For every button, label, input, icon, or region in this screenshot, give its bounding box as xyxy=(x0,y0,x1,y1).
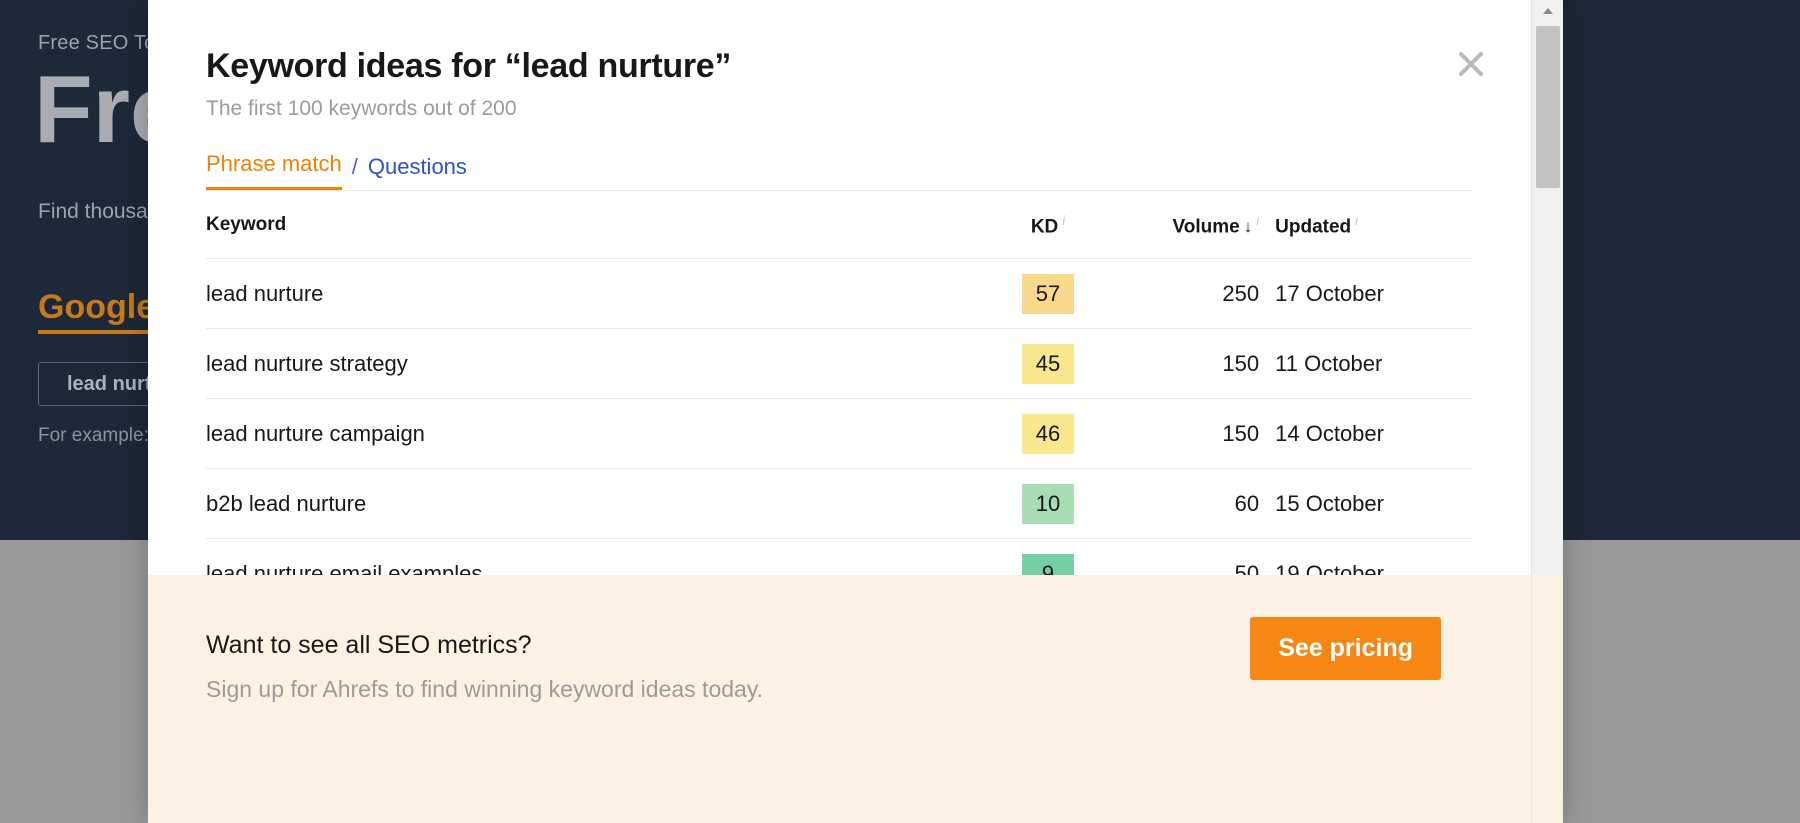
background-tab-google[interactable]: Google xyxy=(38,288,155,327)
modal-tabs: Phrase match / Questions xyxy=(148,121,1531,190)
tab-phrase-match[interactable]: Phrase match xyxy=(206,151,342,190)
cell-volume: 150 xyxy=(1099,399,1259,469)
keyword-table-body: lead nurture5725017 Octoberlead nurture … xyxy=(206,259,1473,609)
scrollbar-thumb[interactable] xyxy=(1536,26,1560,188)
tab-questions[interactable]: Questions xyxy=(368,154,467,190)
column-header-updated-label: Updated xyxy=(1275,216,1351,237)
table-row[interactable]: lead nurture 57 25017 October xyxy=(206,259,1473,329)
cell-kd: 57 xyxy=(997,259,1099,329)
table-row[interactable]: lead nurture campaign 46 15014 October xyxy=(206,399,1473,469)
info-icon-kd[interactable]: i xyxy=(1062,213,1065,228)
background-tab-underline xyxy=(38,330,158,334)
keyword-table: Keyword KDi Volume↓i Updatedi lead nurtu… xyxy=(206,191,1473,609)
column-header-volume[interactable]: Volume↓i xyxy=(1099,191,1259,259)
table-header-row: Keyword KDi Volume↓i Updatedi xyxy=(206,191,1473,259)
cell-volume: 150 xyxy=(1099,329,1259,399)
modal-title: Keyword ideas for “lead nurture” xyxy=(206,46,1471,87)
modal-scrollbar[interactable] xyxy=(1531,0,1563,823)
scrollbar-bottom-shade xyxy=(1532,575,1563,823)
modal-content: Keyword ideas for “lead nurture” The fir… xyxy=(148,0,1531,823)
cta-banner: Want to see all SEO metrics? Sign up for… xyxy=(148,575,1531,823)
cell-updated: 11 October xyxy=(1259,329,1473,399)
info-icon-volume[interactable]: i xyxy=(1256,213,1259,228)
close-icon[interactable] xyxy=(1451,44,1491,84)
see-pricing-button[interactable]: See pricing xyxy=(1250,617,1441,680)
kd-badge: 46 xyxy=(1022,414,1074,454)
cell-keyword: lead nurture campaign xyxy=(206,399,997,469)
column-header-keyword[interactable]: Keyword xyxy=(206,191,997,259)
table-row[interactable]: lead nurture strategy 45 15011 October xyxy=(206,329,1473,399)
column-header-volume-label: Volume xyxy=(1173,216,1240,237)
cta-subtitle: Sign up for Ahrefs to find winning keywo… xyxy=(206,676,1531,703)
sort-descending-icon[interactable]: ↓ xyxy=(1244,217,1253,236)
cell-keyword: b2b lead nurture xyxy=(206,469,997,539)
cell-volume: 250 xyxy=(1099,259,1259,329)
table-row[interactable]: b2b lead nurture 10 6015 October xyxy=(206,469,1473,539)
tab-separator: / xyxy=(352,154,358,190)
cell-kd: 46 xyxy=(997,399,1099,469)
keyword-ideas-modal: Keyword ideas for “lead nurture” The fir… xyxy=(148,0,1563,823)
modal-header: Keyword ideas for “lead nurture” The fir… xyxy=(148,0,1531,121)
info-icon-updated[interactable]: i xyxy=(1355,213,1358,228)
kd-badge: 10 xyxy=(1022,484,1074,524)
scroll-up-arrow-icon[interactable] xyxy=(1532,0,1563,22)
cell-updated: 15 October xyxy=(1259,469,1473,539)
column-header-updated[interactable]: Updated i xyxy=(1259,191,1473,259)
column-header-kd[interactable]: KD i xyxy=(997,191,1099,259)
cell-keyword: lead nurture xyxy=(206,259,997,329)
cell-updated: 17 October xyxy=(1259,259,1473,329)
cell-updated: 14 October xyxy=(1259,399,1473,469)
cell-kd: 45 xyxy=(997,329,1099,399)
kd-badge: 45 xyxy=(1022,344,1074,384)
kd-badge: 57 xyxy=(1022,274,1074,314)
column-header-kd-label: KD xyxy=(1031,216,1058,237)
cell-volume: 60 xyxy=(1099,469,1259,539)
modal-subtitle: The first 100 keywords out of 200 xyxy=(206,97,1471,121)
column-header-keyword-label: Keyword xyxy=(206,214,286,235)
cell-kd: 10 xyxy=(997,469,1099,539)
cell-keyword: lead nurture strategy xyxy=(206,329,997,399)
